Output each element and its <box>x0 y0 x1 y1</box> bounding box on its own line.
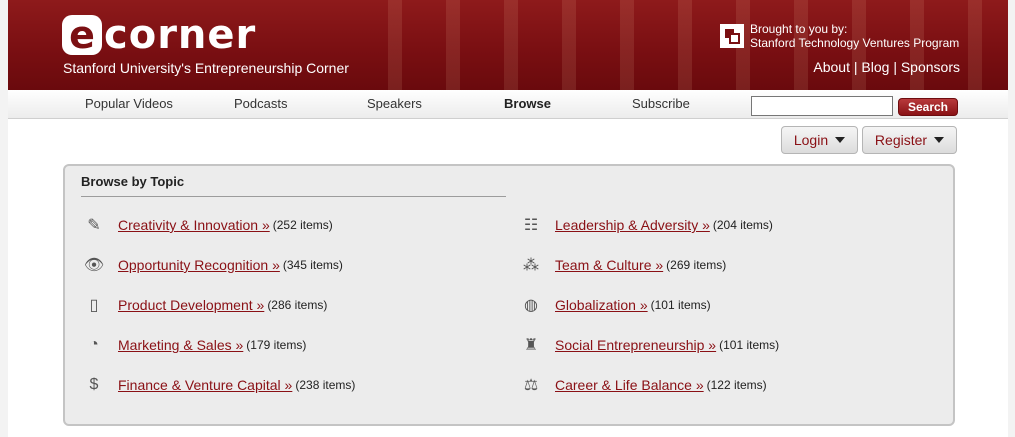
topic-link-creativity[interactable]: Creativity & Innovation » <box>118 217 270 233</box>
nav-browse[interactable]: Browse <box>504 96 551 111</box>
topic-item: ⚖ Career & Life Balance » (122 items) <box>519 375 767 395</box>
topic-count: (252 items) <box>272 218 333 232</box>
sponsors-link[interactable]: Sponsors <box>901 59 960 75</box>
nav-subscribe[interactable]: Subscribe <box>632 96 690 111</box>
topic-link-team[interactable]: Team & Culture » <box>555 257 663 273</box>
link-separator: | <box>893 59 901 75</box>
topic-item: ✎ Creativity & Innovation » (252 items) <box>82 215 333 235</box>
logo-word: corner <box>104 12 257 58</box>
search-input[interactable] <box>751 96 893 116</box>
chart-icon: ◔ <box>89 336 99 353</box>
globe-icon: ◍ <box>524 297 538 314</box>
stvp-logo-icon <box>720 24 744 48</box>
browse-title: Browse by Topic <box>81 174 185 189</box>
stvp-line2: Stanford Technology Ventures Program <box>750 36 960 50</box>
ecorner-logo[interactable]: e corner <box>62 14 256 56</box>
topic-link-product[interactable]: Product Development » <box>118 297 264 313</box>
topic-link-social[interactable]: Social Entrepreneurship » <box>555 337 716 353</box>
login-button[interactable]: Login <box>781 126 858 154</box>
register-label: Register <box>874 132 928 148</box>
login-label: Login <box>793 132 829 148</box>
blog-link[interactable]: Blog <box>861 59 889 75</box>
search-button[interactable]: Search <box>898 98 958 116</box>
topic-item: $ Finance & Venture Capital » (238 items… <box>82 375 356 395</box>
nav-speakers[interactable]: Speakers <box>367 96 422 111</box>
chevron-down-icon <box>835 137 846 143</box>
device-icon: ▯ <box>89 297 99 314</box>
topic-count: (122 items) <box>706 378 767 392</box>
topic-count: (179 items) <box>246 338 307 352</box>
topic-link-marketing[interactable]: Marketing & Sales » <box>118 337 243 353</box>
topic-count: (101 items) <box>650 298 711 312</box>
people-group-icon: ☷ <box>523 217 539 234</box>
topic-item: ◔ Marketing & Sales » (179 items) <box>82 335 306 355</box>
site-tagline: Stanford University's Entrepreneurship C… <box>63 60 349 76</box>
topic-item: ☷ Leadership & Adversity » (204 items) <box>519 215 773 235</box>
topic-item: 👁 Opportunity Recognition » (345 items) <box>82 255 343 275</box>
topic-item: ♜ Social Entrepreneurship » (101 items) <box>519 335 779 355</box>
header-links: About | Blog | Sponsors <box>813 59 960 75</box>
topic-item: ◍ Globalization » (101 items) <box>519 295 711 315</box>
stvp-line1: Brought to you by: <box>750 22 848 36</box>
nav-popular-videos[interactable]: Popular Videos <box>85 96 173 111</box>
topic-link-leadership[interactable]: Leadership & Adversity » <box>555 217 710 233</box>
stvp-credit[interactable]: Brought to you by: Stanford Technology V… <box>720 22 959 50</box>
team-icon: ⁂ <box>523 257 539 274</box>
logo-e: e <box>62 15 102 55</box>
topic-link-opportunity[interactable]: Opportunity Recognition » <box>118 257 280 273</box>
person-icon: ♜ <box>523 337 539 354</box>
browse-panel: Browse by Topic ✎ Creativity & Innovatio… <box>63 164 955 426</box>
topic-item: ▯ Product Development » (286 items) <box>82 295 328 315</box>
scale-icon: ⚖ <box>523 377 539 394</box>
topic-count: (286 items) <box>267 298 328 312</box>
topic-count: (238 items) <box>295 378 356 392</box>
page: e corner Stanford University's Entrepren… <box>8 0 1008 437</box>
topic-item: ⁂ Team & Culture » (269 items) <box>519 255 726 275</box>
site-header: e corner Stanford University's Entrepren… <box>8 0 1008 90</box>
topic-link-globalization[interactable]: Globalization » <box>555 297 648 313</box>
register-button[interactable]: Register <box>862 126 957 154</box>
topic-count: (269 items) <box>666 258 727 272</box>
topic-count: (345 items) <box>282 258 343 272</box>
chevron-down-icon <box>934 137 945 143</box>
about-link[interactable]: About <box>813 59 850 75</box>
topic-count: (101 items) <box>719 338 780 352</box>
topic-link-finance[interactable]: Finance & Venture Capital » <box>118 377 292 393</box>
money-bag-icon: $ <box>89 376 99 393</box>
title-divider <box>81 196 506 197</box>
eye-icon: 👁 <box>83 257 105 274</box>
topic-link-career[interactable]: Career & Life Balance » <box>555 377 704 393</box>
topic-count: (204 items) <box>712 218 773 232</box>
nav-podcasts[interactable]: Podcasts <box>234 96 287 111</box>
lightbulb-icon: ✎ <box>87 217 101 234</box>
